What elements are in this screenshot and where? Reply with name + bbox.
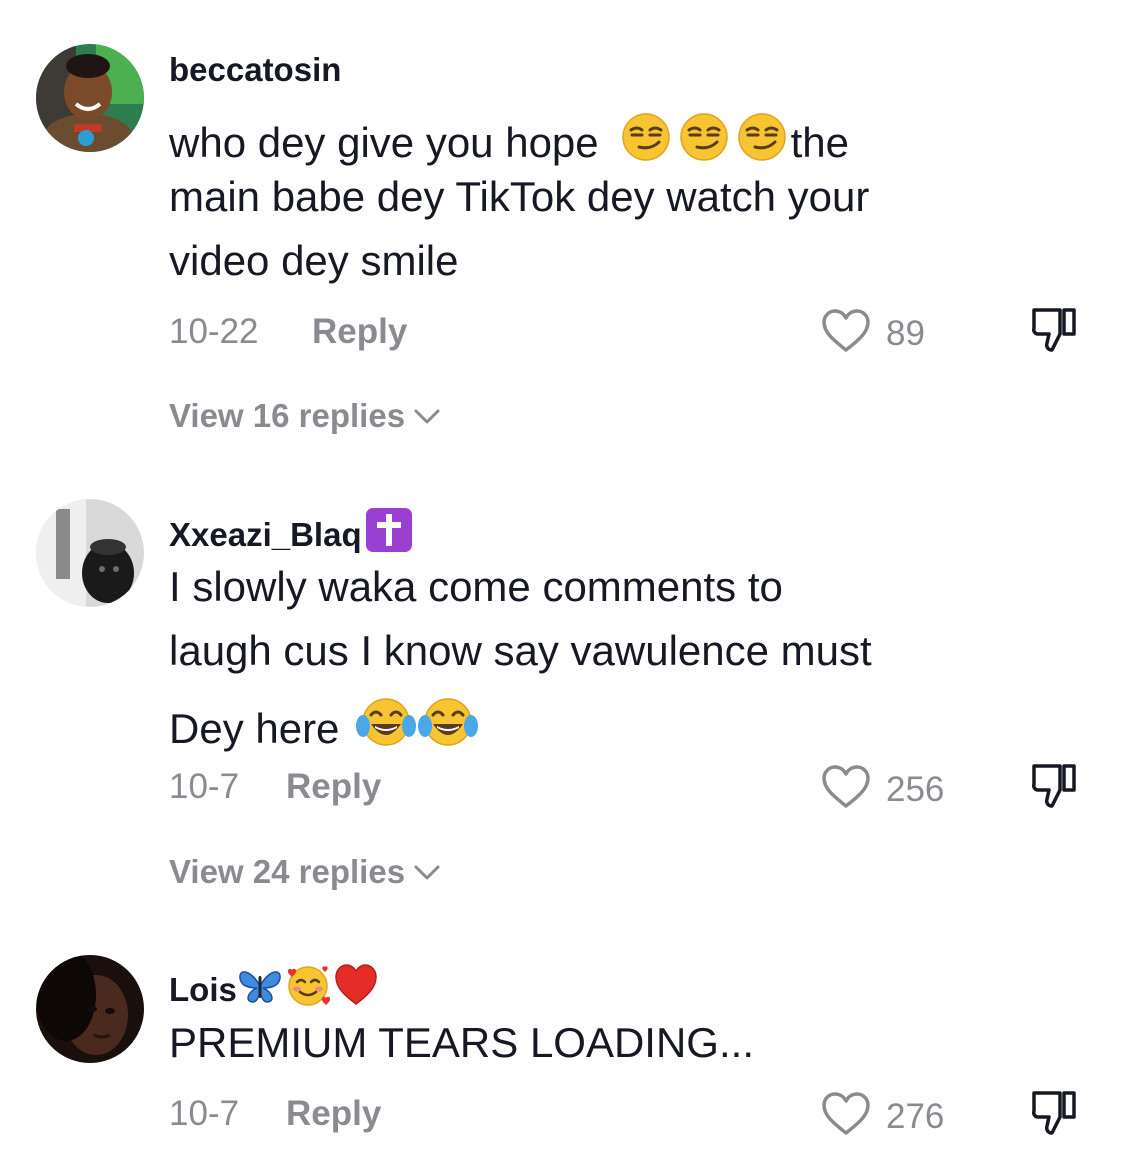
- comment-text: PREMIUM TEARS LOADING...: [169, 1018, 989, 1074]
- avatar[interactable]: [36, 44, 144, 152]
- thumbs-down-icon: [1028, 308, 1080, 360]
- comment-text-line: main babe dey TikTok dey watch your: [169, 173, 870, 220]
- like-count: 89: [886, 313, 925, 353]
- comment-text-line: I slowly waka come comments to: [169, 563, 783, 610]
- comment-text-line: PREMIUM TEARS LOADING...: [169, 1019, 754, 1066]
- comment-username[interactable]: Xxeazi_Blaq: [169, 506, 414, 563]
- like-button[interactable]: 256: [820, 764, 944, 815]
- avatar[interactable]: [36, 499, 144, 607]
- comment-text-line: video dey smile: [169, 237, 459, 284]
- like-button[interactable]: 276: [820, 1091, 944, 1142]
- smirking-face-icon: [617, 112, 675, 173]
- comment-text-line: Dey here: [169, 696, 479, 761]
- comment-text: who dey give you hope the main babe dey …: [169, 110, 989, 290]
- thumbs-down-icon: [1028, 764, 1080, 816]
- comment-username[interactable]: Lois: [169, 962, 379, 1017]
- face-with-tears-of-joy-icon: [355, 696, 417, 761]
- comment-date: 10-7: [169, 1094, 240, 1133]
- comment-date: 10-7: [169, 767, 240, 806]
- heart-icon: [820, 764, 872, 815]
- comment-text-line: laugh cus I know say vawulence must: [169, 627, 872, 674]
- blue-butterfly-icon: [237, 962, 283, 1017]
- like-count: 276: [886, 1096, 945, 1136]
- smiling-face-with-hearts-icon: [283, 962, 333, 1017]
- reply-button[interactable]: Reply: [286, 767, 381, 807]
- smirking-face-icon: [733, 112, 791, 173]
- like-count: 256: [886, 769, 945, 809]
- comment-date: 10-22: [169, 312, 259, 351]
- like-button[interactable]: 89: [820, 308, 925, 359]
- comment-text: I slowly waka come comments to laugh cus…: [169, 562, 989, 752]
- thumbs-down-icon: [1028, 1091, 1080, 1143]
- dislike-button[interactable]: [1028, 1087, 1080, 1144]
- view-replies-button[interactable]: View 16 replies: [169, 396, 441, 436]
- dislike-button[interactable]: [1028, 304, 1080, 361]
- comment-text-line: who dey give you hope the: [169, 112, 849, 173]
- smirking-face-icon: [675, 112, 733, 173]
- comment-username[interactable]: beccatosin: [169, 50, 341, 90]
- dislike-button[interactable]: [1028, 760, 1080, 817]
- view-replies-button[interactable]: View 24 replies: [169, 852, 441, 892]
- heart-icon: [820, 308, 872, 359]
- reply-button[interactable]: Reply: [286, 1094, 381, 1134]
- latin-cross-icon: [364, 506, 414, 563]
- red-heart-icon: [333, 962, 379, 1017]
- chevron-down-icon: [405, 852, 441, 892]
- avatar[interactable]: [36, 955, 144, 1063]
- chevron-down-icon: [405, 396, 441, 436]
- heart-icon: [820, 1091, 872, 1142]
- face-with-tears-of-joy-icon: [417, 696, 479, 761]
- reply-button[interactable]: Reply: [312, 312, 407, 352]
